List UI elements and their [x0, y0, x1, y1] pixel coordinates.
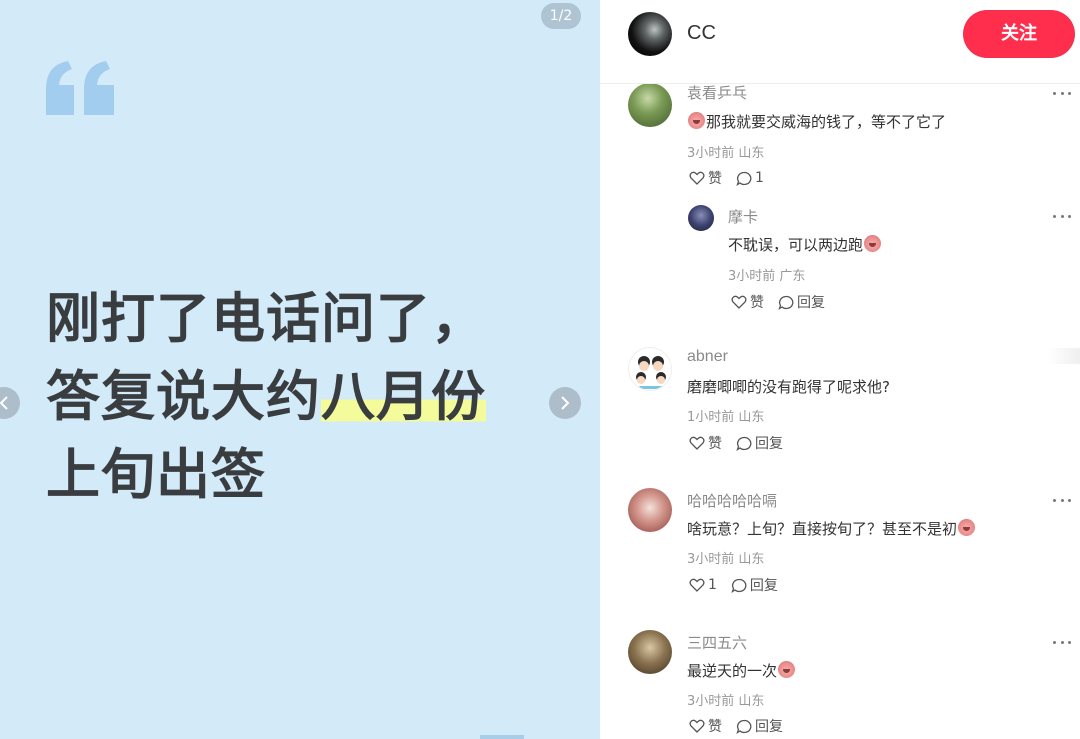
reply-label: 回复: [755, 436, 783, 452]
more-options-icon[interactable]: [1053, 88, 1071, 98]
slide-highlight: 八月份: [321, 365, 486, 428]
cartoon-avatar-icon: [636, 356, 666, 389]
comment-author[interactable]: 袁看乒乓: [687, 82, 747, 103]
reply-label: 回复: [755, 719, 783, 735]
heart-icon: [689, 171, 705, 185]
more-options-icon[interactable]: [1053, 211, 1071, 221]
reply-count: 1: [755, 170, 764, 186]
slide-headline: 刚打了电话问了， 答复说大约八月份 上旬出签: [46, 280, 586, 514]
reply-label: 回复: [797, 295, 825, 311]
avatar[interactable]: [628, 630, 672, 674]
comment-text-content: 不耽误，可以两边跑: [728, 236, 864, 254]
reply-button[interactable]: 回复: [731, 575, 778, 595]
author-avatar[interactable]: [628, 12, 672, 56]
comment-meta: 3小时前 广东: [728, 269, 806, 284]
comment-meta: 3小时前 山东: [687, 694, 765, 709]
comments-panel: CC 关注 袁看乒乓 那我就要交威海的钱了，等不了它了 3小时前 山东 赞 1 …: [600, 0, 1080, 739]
slide-line-1: 刚打了电话问了，: [46, 287, 486, 350]
like-button[interactable]: 赞: [731, 292, 764, 312]
slide-line-2: 答复说大约八月份: [46, 358, 586, 436]
comment-author[interactable]: 哈哈哈哈哈嗝: [687, 490, 777, 511]
comment-actions: 赞 回复: [689, 716, 783, 736]
like-label: 赞: [708, 436, 722, 452]
comment-actions: 赞 1: [689, 168, 764, 188]
follow-button[interactable]: 关注: [964, 11, 1074, 57]
comment-text: 不耽误，可以两边跑: [728, 234, 882, 255]
avatar[interactable]: [628, 488, 672, 532]
scroll-indicator: [1048, 348, 1080, 364]
prev-slide-button[interactable]: [0, 387, 20, 419]
comment-bubble-icon: [778, 295, 794, 310]
emoji-icon: [778, 661, 796, 678]
like-button[interactable]: 赞: [689, 433, 722, 453]
comment-text: 磨磨唧唧的没有跑得了呢求他?: [687, 378, 890, 396]
reply-button[interactable]: 回复: [778, 292, 825, 312]
heart-icon: [689, 578, 705, 592]
more-options-icon[interactable]: [1053, 495, 1071, 505]
heart-icon: [689, 719, 705, 733]
reply-button[interactable]: 回复: [736, 433, 783, 453]
heart-icon: [731, 295, 747, 309]
comment-actions: 赞 回复: [689, 433, 783, 453]
comment-actions: 1 回复: [689, 575, 778, 595]
like-label: 赞: [708, 719, 722, 735]
comment-text: 啥玩意？上旬？直接按旬了？甚至不是初: [687, 518, 976, 539]
like-label: 赞: [750, 295, 764, 311]
comment-text-content: 那我就要交威海的钱了，等不了它了: [706, 113, 947, 131]
reply-label: 回复: [749, 578, 778, 594]
comment-author[interactable]: 三四五六: [687, 632, 747, 653]
comment-bubble-icon: [736, 171, 752, 186]
author-header: CC 关注: [600, 0, 1080, 84]
comment-author[interactable]: abner: [687, 348, 728, 366]
comment-actions: 赞 回复: [731, 292, 825, 312]
comment-bubble-icon: [736, 436, 752, 451]
comment-bubble-icon: [731, 578, 747, 593]
emoji-icon: [688, 112, 705, 129]
avatar[interactable]: [628, 83, 672, 127]
like-label: 赞: [708, 171, 722, 187]
comment-text: 那我就要交威海的钱了，等不了它了: [687, 111, 946, 132]
comment-text-content: 啥玩意？上旬？直接按旬了？甚至不是初: [687, 520, 958, 538]
page-indicator: 1/2: [541, 3, 581, 29]
avatar[interactable]: [688, 205, 714, 231]
post-image-slide: 1/2 刚打了电话问了， 答复说大约八月份 上旬出签: [0, 0, 600, 739]
chevron-left-icon: [0, 396, 8, 410]
quote-mark-icon: [46, 61, 114, 115]
chevron-right-icon: [561, 396, 570, 410]
comment-author[interactable]: 摩卡: [728, 206, 758, 227]
comment-text-content: 最逆天的一次: [687, 662, 778, 680]
like-button[interactable]: 赞: [689, 168, 722, 188]
comment-bubble-icon: [736, 719, 752, 734]
slide-line-3: 上旬出签: [46, 443, 266, 506]
avatar[interactable]: [628, 347, 672, 391]
more-options-icon[interactable]: [1053, 637, 1071, 647]
comment-meta: 3小时前 山东: [687, 146, 765, 161]
next-slide-button[interactable]: [549, 387, 581, 419]
reply-button[interactable]: 1: [736, 168, 764, 188]
comment-meta: 1小时前 山东: [687, 410, 765, 425]
emoji-icon: [958, 519, 976, 536]
slide-progress-tab: [480, 735, 524, 739]
comment-meta: 3小时前 山东: [687, 552, 765, 567]
comment-text: 最逆天的一次: [687, 660, 796, 681]
like-count: 1: [708, 577, 717, 593]
slide-line-2-text: 答复说大约: [46, 365, 321, 428]
author-name[interactable]: CC: [687, 22, 716, 45]
heart-icon: [689, 436, 705, 450]
emoji-icon: [864, 235, 882, 252]
like-button[interactable]: 1: [689, 575, 717, 595]
like-button[interactable]: 赞: [689, 716, 722, 736]
reply-button[interactable]: 回复: [736, 716, 783, 736]
